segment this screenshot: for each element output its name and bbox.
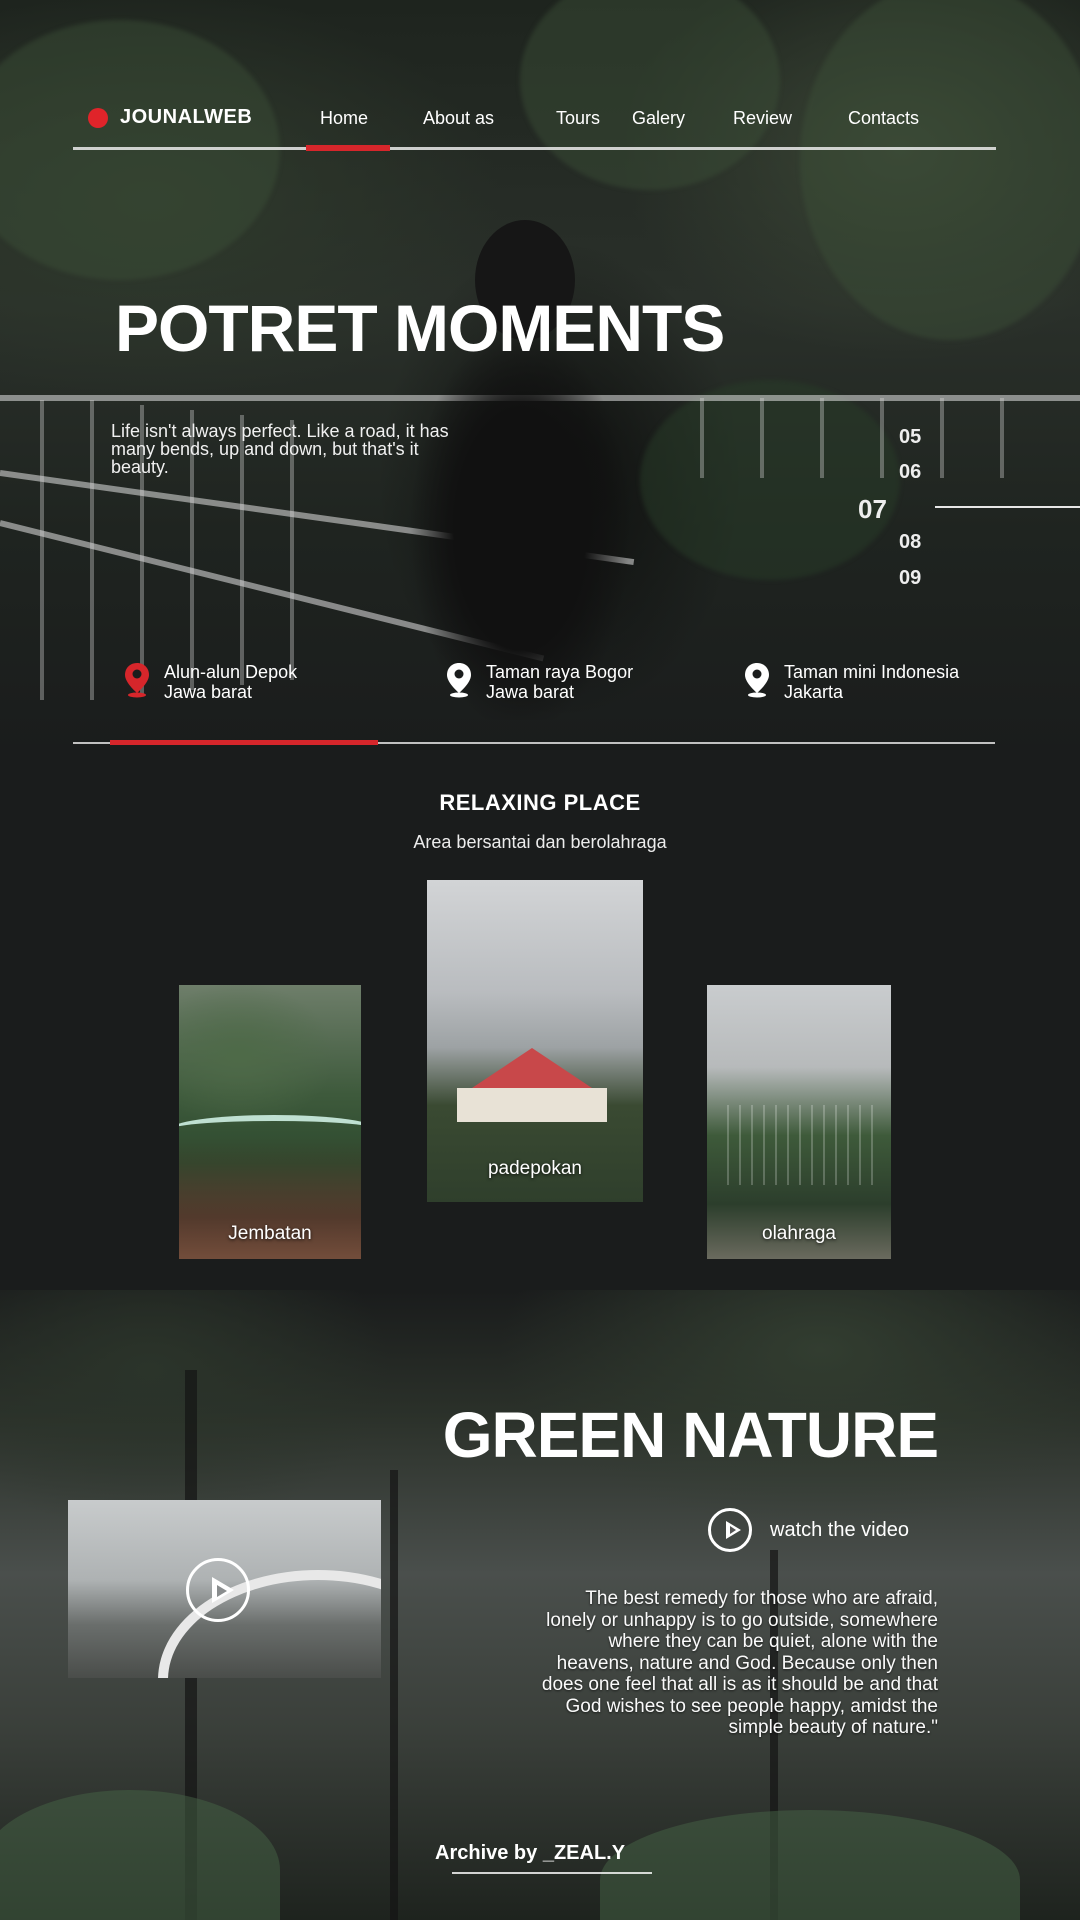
pavilion-base <box>457 1088 607 1122</box>
tree-trunk <box>390 1470 398 1920</box>
nav-contacts[interactable]: Contacts <box>848 108 919 129</box>
quote-line: where they can be quiet, alone with the <box>608 1631 938 1652</box>
hero-quote: Life isn't always perfect. Like a road, … <box>111 421 449 477</box>
hero-title: POTRET MOMENTS <box>115 291 725 365</box>
location-name: Alun-alun Depok <box>164 662 298 682</box>
gallery-card-jembatan[interactable]: Jembatan <box>179 985 361 1259</box>
railing-post <box>880 398 884 478</box>
railing-post <box>760 398 764 478</box>
bridge-illustration <box>179 1115 361 1145</box>
location-item-bogor[interactable]: Taman raya Bogor Jawa barat <box>446 662 633 702</box>
pavilion-roof <box>472 1048 592 1088</box>
slide-number[interactable]: 08 <box>899 531 921 554</box>
quote-line: heavens, nature and God. Because only th… <box>556 1652 938 1674</box>
hero-foliage-right <box>800 0 1080 340</box>
quote-line: simple beauty of nature." <box>728 1717 938 1738</box>
green-nature-title: GREEN NATURE <box>442 1399 939 1471</box>
location-text: Taman raya Bogor Jawa barat <box>486 662 633 702</box>
play-circle-icon <box>708 1508 752 1552</box>
archive-underline <box>452 1872 652 1874</box>
nav-about[interactable]: About as <box>423 108 494 129</box>
archive-credit: Archive by _ZEAL.Y <box>435 1842 626 1864</box>
location-region: Jawa barat <box>486 682 575 702</box>
nav-tours[interactable]: Tours <box>556 108 600 129</box>
slide-number-active[interactable]: 07 <box>858 494 887 525</box>
nav-home[interactable]: Home <box>320 108 368 129</box>
nav-review[interactable]: Review <box>733 108 792 129</box>
railing-post <box>90 400 94 700</box>
location-region: Jawa barat <box>164 682 253 702</box>
nature-quote: The best remedy for those who are afraid… <box>418 1588 938 1739</box>
location-text: Taman mini Indonesia Jakarta <box>784 662 959 702</box>
location-text: Alun-alun Depok Jawa barat <box>164 662 297 702</box>
location-item-taman-mini[interactable]: Taman mini Indonesia Jakarta <box>744 662 959 702</box>
card-caption: olahraga <box>762 1223 836 1244</box>
quote-line: The best remedy for those who are afraid… <box>585 1588 938 1609</box>
nav-active-indicator <box>306 145 390 151</box>
railing-post <box>820 398 824 478</box>
slide-active-line <box>935 506 1080 508</box>
location-region: Jakarta <box>784 682 844 702</box>
map-pin-icon <box>745 663 769 698</box>
quote-line: God wishes to see people happy, amidst t… <box>565 1695 939 1717</box>
main-nav: Home About as Tours Galery Review Contac… <box>0 108 1080 138</box>
location-item-depok[interactable]: Alun-alun Depok Jawa barat <box>124 662 297 702</box>
slide-number[interactable]: 06 <box>899 461 921 484</box>
hero-foliage-center <box>520 0 780 190</box>
railing-post <box>940 398 944 478</box>
railing-post <box>700 398 704 478</box>
location-name: Taman raya Bogor <box>486 662 634 682</box>
nav-divider <box>73 147 996 150</box>
map-pin-icon <box>447 663 471 698</box>
hero-foliage-left <box>0 20 280 280</box>
slide-number[interactable]: 09 <box>899 567 921 590</box>
relaxing-place-title: RELAXING PLACE <box>439 790 641 815</box>
card-caption: padepokan <box>487 1158 583 1179</box>
map-pin-icon <box>125 663 149 698</box>
railing-post <box>1000 398 1004 478</box>
location-active-indicator <box>110 740 378 745</box>
card-caption: Jembatan <box>228 1223 312 1244</box>
quote-line: does one feel that all is as it should b… <box>541 1674 938 1695</box>
gallery-card-olahraga[interactable]: olahraga <box>707 985 891 1259</box>
slide-number[interactable]: 05 <box>899 426 921 449</box>
plants <box>600 1810 1020 1920</box>
railing-post <box>40 400 44 700</box>
hero-bush <box>640 380 900 580</box>
gallery-card-padepokan[interactable]: padepokan <box>427 880 643 1202</box>
court-fence <box>727 1105 877 1185</box>
play-icon[interactable] <box>186 1558 250 1622</box>
plants <box>0 1790 280 1920</box>
nav-galery[interactable]: Galery <box>632 108 685 129</box>
relaxing-place-subtitle: Area bersantai dan berolahraga <box>413 832 667 852</box>
watch-video-link[interactable]: watch the video <box>708 1508 909 1552</box>
quote-line: lonely or unhappy is to go outside, some… <box>546 1609 938 1631</box>
location-name: Taman mini Indonesia <box>784 662 960 682</box>
watch-video-label: watch the video <box>770 1518 909 1541</box>
